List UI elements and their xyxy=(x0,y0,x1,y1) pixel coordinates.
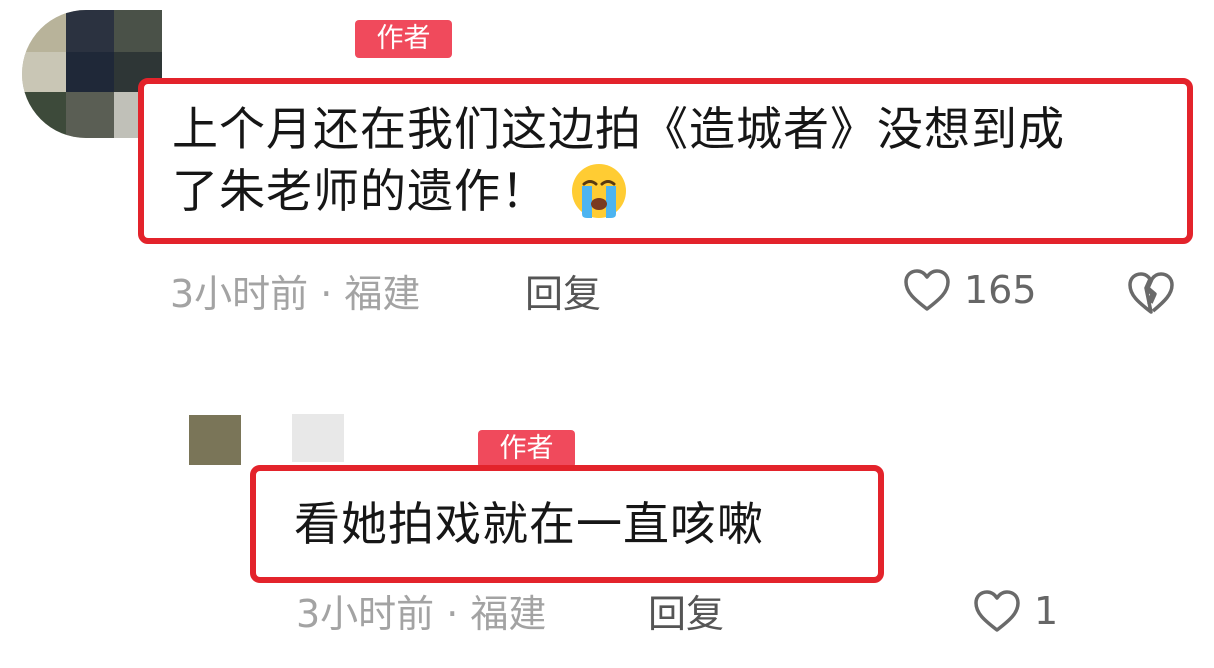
reply-meta: 3小时前 · 福建 xyxy=(296,592,547,636)
like-count: 1 xyxy=(1034,589,1059,633)
comment-text: 上个月还在我们这边拍《造城者》没想到成 了朱老师的遗作！ xyxy=(172,98,1172,222)
reply-button[interactable]: 回复 xyxy=(648,590,724,638)
replier-avatar[interactable] xyxy=(189,415,241,465)
reply-target-avatar xyxy=(292,414,344,462)
reply-highlight-box: 看她拍戏就在一直咳嗽 xyxy=(250,465,884,583)
like-button[interactable]: 1 xyxy=(972,587,1058,635)
loudly-crying-face-icon xyxy=(570,162,628,220)
reply-text: 看她拍戏就在一直咳嗽 xyxy=(294,497,764,551)
like-count: 165 xyxy=(964,268,1037,312)
heart-icon xyxy=(972,588,1022,634)
comment-text-line-1: 上个月还在我们这边拍《造城者》没想到成 xyxy=(172,102,1065,156)
heart-icon xyxy=(902,267,952,313)
comment-highlight-box: 上个月还在我们这边拍《造城者》没想到成 了朱老师的遗作！ xyxy=(138,78,1193,244)
dislike-button[interactable] xyxy=(1126,270,1176,320)
comment-meta: 3小时前 · 福建 xyxy=(170,272,421,316)
comment-text-line-2: 了朱老师的遗作！ xyxy=(172,164,548,218)
reply-button[interactable]: 回复 xyxy=(525,270,601,318)
author-badge: 作者 xyxy=(355,20,452,58)
author-badge: 作者 xyxy=(478,430,575,468)
broken-heart-icon xyxy=(1126,272,1176,320)
like-button[interactable]: 165 xyxy=(902,266,1037,314)
